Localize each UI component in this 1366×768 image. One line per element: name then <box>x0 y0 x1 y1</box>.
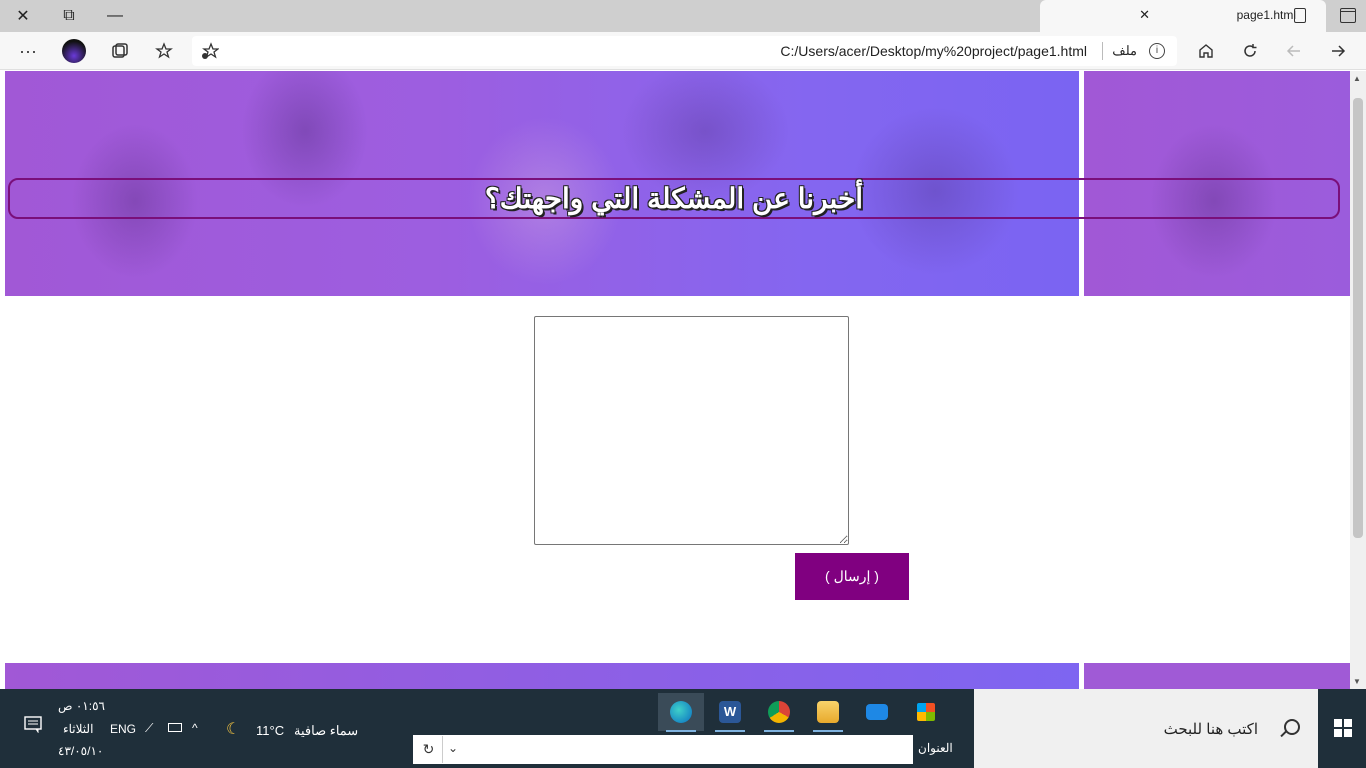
favorites-button[interactable] <box>150 38 178 64</box>
refresh-button[interactable] <box>1236 38 1264 64</box>
running-indicator <box>813 730 843 732</box>
tab-actions-icon[interactable] <box>1340 8 1356 23</box>
close-window-button[interactable]: ✕ <box>0 0 46 32</box>
taskbar-refresh-button[interactable]: ↻ <box>415 736 443 763</box>
taskbar-edge[interactable] <box>658 693 704 732</box>
add-favorite-button[interactable] <box>196 38 224 64</box>
weather-text[interactable]: سماء صافية <box>294 723 358 739</box>
windows-taskbar: ٠١:٥٦ ص الثلاثاء ٤٣/٠٥/١٠ ENG ⟋ ^ ☾ 11°C… <box>0 689 1366 768</box>
notification-icon <box>24 716 42 734</box>
footer-banner-image <box>5 663 1079 689</box>
scroll-up-icon[interactable]: ▲ <box>1353 74 1361 83</box>
clock-time[interactable]: ٠١:٥٦ ص <box>58 699 105 713</box>
active-indicator <box>666 730 696 732</box>
taskbar-word[interactable]: W <box>707 693 753 732</box>
chevron-up-icon[interactable]: ^ <box>192 721 198 735</box>
chevron-down-icon[interactable]: ⌄ <box>448 741 458 755</box>
browser-titlebar: ✕ ⧉ — + ✕ page1.html <box>0 0 1366 32</box>
file-label: ملف <box>1112 43 1137 58</box>
taskbar-address-input[interactable] <box>413 735 913 764</box>
mail-icon <box>866 704 888 720</box>
settings-menu-button[interactable]: ··· <box>14 38 42 64</box>
refresh-icon <box>1244 44 1257 57</box>
url-text[interactable]: C:/Users/acer/Desktop/my%20project/page1… <box>780 43 1087 59</box>
address-separator <box>1102 42 1103 60</box>
arrow-right-icon <box>1332 45 1346 57</box>
info-icon[interactable]: i <box>1149 43 1165 59</box>
folder-icon <box>817 701 839 723</box>
input-language[interactable]: ENG <box>110 722 136 736</box>
tab-close-icon[interactable]: ✕ <box>1139 7 1150 23</box>
collections-icon <box>112 43 128 58</box>
taskbar-chrome[interactable] <box>756 693 802 732</box>
minimize-window-button[interactable]: — <box>92 0 138 32</box>
notifications-button[interactable] <box>24 715 42 734</box>
network-icon[interactable]: ⟋ <box>145 721 153 736</box>
tab-title: page1.html <box>1236 8 1296 22</box>
running-indicator <box>764 730 794 732</box>
send-button[interactable]: ( إرسال ) <box>795 553 909 600</box>
heading-frame: أخبرنا عن المشكلة التي واجهتك؟ <box>8 178 1340 219</box>
page-file-icon <box>1294 8 1306 23</box>
taskbar-store[interactable] <box>903 693 949 731</box>
back-button[interactable] <box>1324 38 1352 64</box>
chrome-icon <box>768 701 790 723</box>
vertical-scrollbar[interactable]: ▲ ▼ <box>1350 71 1366 689</box>
search-placeholder: اكتب هنا للبحث <box>1163 721 1258 738</box>
search-icon <box>1284 719 1300 735</box>
close-icon: ✕ <box>16 8 30 25</box>
browser-toolbar: ··· C:/Users/acer/Desktop/my%20project/p… <box>0 32 1366 70</box>
favorites-icon <box>155 42 173 59</box>
restore-window-button[interactable]: ⧉ <box>46 0 92 32</box>
taskbar-address-label: العنوان <box>918 741 953 755</box>
moon-icon[interactable]: ☾ <box>226 719 240 739</box>
home-button[interactable] <box>1192 38 1220 64</box>
taskbar-search-box[interactable]: اكتب هنا للبحث <box>974 689 1318 768</box>
tab-page1[interactable]: ✕ page1.html <box>1040 0 1326 32</box>
clock-day[interactable]: الثلاثاء <box>63 722 93 736</box>
taskbar-mail[interactable] <box>854 693 900 731</box>
footer-banner-image-repeat <box>1084 663 1350 689</box>
problem-textarea[interactable] <box>534 316 849 545</box>
clock-date[interactable]: ٤٣/٠٥/١٠ <box>58 744 103 758</box>
page-content: أخبرنا عن المشكلة التي واجهتك؟ ( إرسال ) <box>0 71 1350 689</box>
more-icon: ··· <box>19 40 37 61</box>
battery-icon[interactable] <box>168 723 182 732</box>
minimize-icon: — <box>107 7 123 24</box>
scroll-down-icon[interactable]: ▼ <box>1353 677 1361 686</box>
profile-avatar[interactable] <box>62 39 86 63</box>
store-icon <box>917 703 935 721</box>
address-bar[interactable]: C:/Users/acer/Desktop/my%20project/page1… <box>192 36 1177 66</box>
collections-button[interactable] <box>106 38 134 64</box>
running-indicator <box>715 730 745 732</box>
weather-temp[interactable]: 11°C <box>256 723 284 738</box>
scroll-thumb[interactable] <box>1353 98 1363 538</box>
star-add-icon <box>202 42 219 59</box>
word-icon: W <box>719 701 741 723</box>
page-heading: أخبرنا عن المشكلة التي واجهتك؟ <box>484 183 864 214</box>
forward-button[interactable] <box>1280 38 1308 64</box>
arrow-left-icon <box>1286 45 1300 57</box>
refresh-icon: ↻ <box>422 741 435 757</box>
taskbar-file-explorer[interactable] <box>805 693 851 732</box>
restore-icon: ⧉ <box>63 7 75 24</box>
windows-start-icon[interactable] <box>1334 719 1352 737</box>
edge-icon <box>670 701 692 723</box>
home-icon <box>1199 44 1213 58</box>
